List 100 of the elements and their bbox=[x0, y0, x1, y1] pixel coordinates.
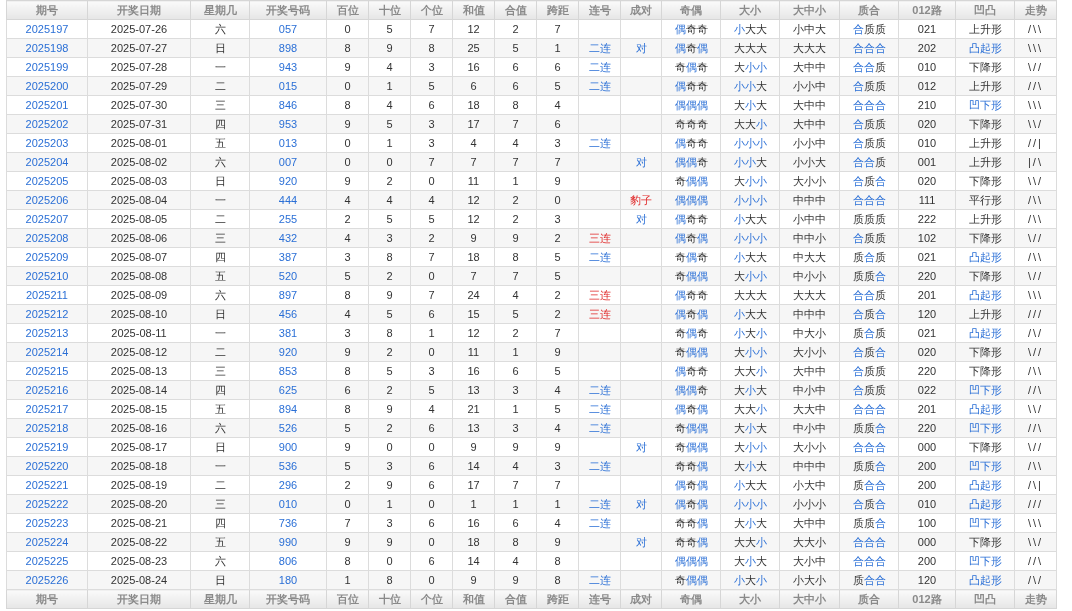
sum-tail-value: 2 bbox=[494, 323, 537, 343]
tens-digit: 2 bbox=[368, 171, 411, 191]
period-link[interactable]: 2025201 bbox=[6, 95, 88, 115]
sum-tail-value: 9 bbox=[494, 570, 537, 590]
hundreds-digit: 5 bbox=[326, 266, 369, 286]
period-link[interactable]: 2025199 bbox=[6, 57, 88, 77]
weekday: 四 bbox=[190, 380, 250, 400]
shape-pattern: 凸起形 bbox=[955, 323, 1015, 343]
period-link[interactable]: 2025218 bbox=[6, 418, 88, 438]
odd-even-pattern: 偶奇奇 bbox=[661, 361, 721, 381]
size-band-pattern: 大小小 bbox=[779, 342, 840, 362]
shape-pattern: 下降形 bbox=[955, 228, 1015, 248]
prime-composite-pattern: 合质质 bbox=[839, 228, 899, 248]
tens-digit: 9 bbox=[368, 285, 411, 305]
period-link[interactable]: 2025220 bbox=[6, 456, 88, 476]
period-link[interactable]: 2025198 bbox=[6, 38, 88, 58]
winning-number: 526 bbox=[249, 418, 327, 438]
period-link[interactable]: 2025209 bbox=[6, 247, 88, 267]
sum-value: 11 bbox=[452, 171, 495, 191]
shape-pattern: 下降形 bbox=[955, 266, 1015, 286]
period-link[interactable]: 2025219 bbox=[6, 437, 88, 457]
period-link[interactable]: 2025208 bbox=[6, 228, 88, 248]
column-header: 质合 bbox=[839, 0, 899, 20]
trend-pattern: \\/ bbox=[1014, 114, 1057, 134]
sum-value: 12 bbox=[452, 323, 495, 343]
span-value: 7 bbox=[536, 19, 579, 39]
period-link[interactable]: 2025211 bbox=[6, 285, 88, 305]
period-link[interactable]: 2025225 bbox=[6, 551, 88, 571]
tens-digit: 4 bbox=[368, 190, 411, 210]
draw-date: 2025-08-17 bbox=[87, 437, 191, 457]
span-value: 4 bbox=[536, 513, 579, 533]
period-link[interactable]: 2025215 bbox=[6, 361, 88, 381]
period-link[interactable]: 2025205 bbox=[6, 171, 88, 191]
winning-number: 387 bbox=[249, 247, 327, 267]
period-link[interactable]: 2025200 bbox=[6, 76, 88, 96]
odd-even-pattern: 奇偶奇 bbox=[661, 323, 721, 343]
sum-tail-value: 8 bbox=[494, 532, 537, 552]
period-link[interactable]: 2025197 bbox=[6, 19, 88, 39]
odd-even-pattern: 偶偶偶 bbox=[661, 95, 721, 115]
weekday: 一 bbox=[190, 57, 250, 77]
column-header: 开奖日期 bbox=[87, 0, 191, 20]
hundreds-digit: 9 bbox=[326, 171, 369, 191]
winning-number: 444 bbox=[249, 190, 327, 210]
size-band-pattern: 小小中 bbox=[779, 76, 840, 96]
period-link[interactable]: 2025206 bbox=[6, 190, 88, 210]
sum-tail-value: 4 bbox=[494, 133, 537, 153]
mod3-route: 200 bbox=[898, 456, 956, 476]
sum-tail-value: 5 bbox=[494, 38, 537, 58]
period-link[interactable]: 2025212 bbox=[6, 304, 88, 324]
weekday: 三 bbox=[190, 95, 250, 115]
odd-even-pattern: 偶奇偶 bbox=[661, 38, 721, 58]
period-link[interactable]: 2025216 bbox=[6, 380, 88, 400]
tens-digit: 0 bbox=[368, 152, 411, 172]
big-small-pattern: 大大小 bbox=[720, 532, 780, 552]
period-link[interactable]: 2025221 bbox=[6, 475, 88, 495]
shape-pattern: 凹下形 bbox=[955, 418, 1015, 438]
period-link[interactable]: 2025226 bbox=[6, 570, 88, 590]
consecutive-tag: 三连 bbox=[578, 228, 621, 248]
weekday: 日 bbox=[190, 437, 250, 457]
consecutive-tag: 二连 bbox=[578, 399, 621, 419]
prime-composite-pattern: 质质合 bbox=[839, 418, 899, 438]
trend-pattern: /// bbox=[1014, 304, 1057, 324]
units-digit: 0 bbox=[410, 494, 453, 514]
span-value: 8 bbox=[536, 570, 579, 590]
sum-tail-value: 4 bbox=[494, 285, 537, 305]
prime-composite-pattern: 合质合 bbox=[839, 171, 899, 191]
hundreds-digit: 8 bbox=[326, 285, 369, 305]
weekday: 一 bbox=[190, 190, 250, 210]
period-link[interactable]: 2025213 bbox=[6, 323, 88, 343]
draw-date: 2025-08-15 bbox=[87, 399, 191, 419]
period-link[interactable]: 2025222 bbox=[6, 494, 88, 514]
big-small-pattern: 大小小 bbox=[720, 171, 780, 191]
prime-composite-pattern: 合合合 bbox=[839, 399, 899, 419]
big-small-pattern: 小小小 bbox=[720, 228, 780, 248]
trend-pattern: \\\ bbox=[1014, 513, 1057, 533]
sum-value: 14 bbox=[452, 551, 495, 571]
draw-date: 2025-08-24 bbox=[87, 570, 191, 590]
weekday: 五 bbox=[190, 133, 250, 153]
tens-digit: 3 bbox=[368, 228, 411, 248]
weekday: 三 bbox=[190, 228, 250, 248]
tens-digit: 9 bbox=[368, 532, 411, 552]
period-link[interactable]: 2025217 bbox=[6, 399, 88, 419]
period-link[interactable]: 2025210 bbox=[6, 266, 88, 286]
weekday: 日 bbox=[190, 38, 250, 58]
span-value: 5 bbox=[536, 399, 579, 419]
period-link[interactable]: 2025202 bbox=[6, 114, 88, 134]
units-digit: 7 bbox=[410, 285, 453, 305]
tens-digit: 9 bbox=[368, 38, 411, 58]
sum-value: 17 bbox=[452, 475, 495, 495]
hundreds-digit: 0 bbox=[326, 76, 369, 96]
period-link[interactable]: 2025224 bbox=[6, 532, 88, 552]
period-link[interactable]: 2025207 bbox=[6, 209, 88, 229]
period-link[interactable]: 2025203 bbox=[6, 133, 88, 153]
trend-pattern: //| bbox=[1014, 133, 1057, 153]
hundreds-digit: 9 bbox=[326, 342, 369, 362]
odd-even-pattern: 奇偶偶 bbox=[661, 266, 721, 286]
period-link[interactable]: 2025214 bbox=[6, 342, 88, 362]
period-link[interactable]: 2025204 bbox=[6, 152, 88, 172]
consecutive-tag: 二连 bbox=[578, 570, 621, 590]
period-link[interactable]: 2025223 bbox=[6, 513, 88, 533]
